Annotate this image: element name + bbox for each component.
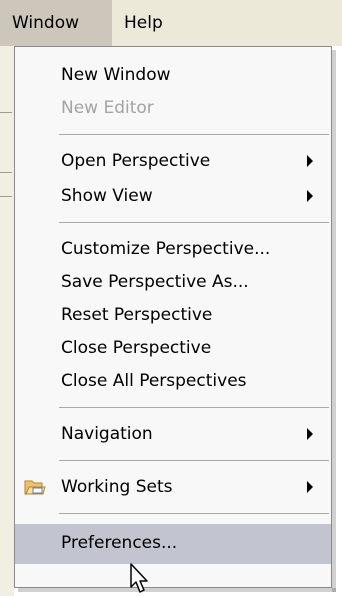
menu-separator: [59, 407, 329, 408]
menu-bar: Window Help: [0, 0, 342, 46]
menu-item-label: Save Perspective As...: [61, 272, 249, 292]
menu-separator: [59, 513, 329, 514]
menu-item-label: Preferences...: [61, 533, 178, 553]
background-window-edge: [0, 46, 14, 596]
menu-item-label: Navigation: [61, 424, 153, 444]
menu-separator: [59, 134, 329, 135]
menu-item-reset-perspective[interactable]: Reset Perspective: [15, 299, 331, 331]
menu-shadow: [18, 588, 336, 592]
menu-window-label: Window: [12, 13, 80, 33]
menu-item-label: Customize Perspective...: [61, 239, 271, 259]
menu-item-label: Open Perspective: [61, 151, 211, 171]
submenu-arrow-icon: [307, 190, 313, 202]
menu-item-preferences[interactable]: Preferences...: [15, 524, 331, 564]
menu-item-close-all-perspectives[interactable]: Close All Perspectives: [15, 365, 331, 397]
menu-item-navigation[interactable]: Navigation: [15, 418, 331, 450]
menu-help-label: Help: [124, 13, 163, 33]
menu-item-label: New Editor: [61, 98, 154, 118]
menu-separator: [59, 222, 329, 223]
menu-item-label: New Window: [61, 65, 171, 85]
submenu-arrow-icon: [307, 481, 313, 493]
menu-separator: [59, 460, 329, 461]
menu-item-working-sets[interactable]: Working Sets: [15, 471, 331, 503]
menu-item-label: Close Perspective: [61, 338, 212, 358]
menu-shadow: [332, 50, 336, 592]
menu-item-save-perspective-as[interactable]: Save Perspective As...: [15, 266, 331, 298]
menu-window[interactable]: Window: [0, 0, 112, 46]
menu-item-new-window[interactable]: New Window: [15, 59, 331, 91]
folder-icon: [24, 480, 46, 495]
menu-item-close-perspective[interactable]: Close Perspective: [15, 332, 331, 364]
arrow-pointer-icon: [130, 563, 148, 593]
menu-item-label: Show View: [61, 186, 153, 206]
menu-item-show-view[interactable]: Show View: [15, 180, 331, 212]
menu-item-label: Working Sets: [61, 477, 173, 497]
submenu-arrow-icon: [307, 155, 313, 167]
menu-item-new-editor: New Editor: [15, 92, 331, 124]
menu-item-open-perspective[interactable]: Open Perspective: [15, 145, 331, 177]
window-dropdown-menu: New Window New Editor Open Perspective S…: [14, 46, 332, 588]
menu-item-label: Close All Perspectives: [61, 371, 247, 391]
menu-item-customize-perspective[interactable]: Customize Perspective...: [15, 233, 331, 265]
menu-item-label: Reset Perspective: [61, 305, 213, 325]
submenu-arrow-icon: [307, 428, 313, 440]
